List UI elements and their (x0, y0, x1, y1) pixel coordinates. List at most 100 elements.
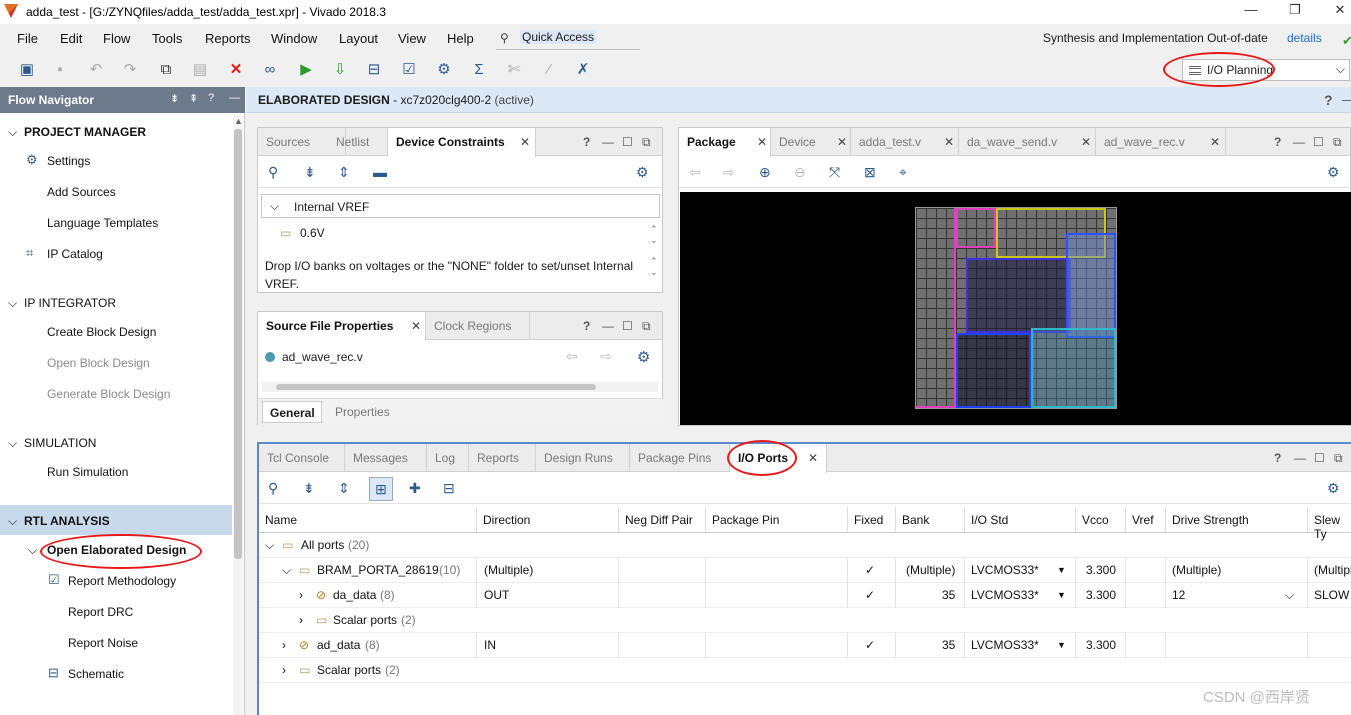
nav-language-templates[interactable]: Language Templates (47, 216, 158, 230)
float-panel-icon[interactable]: ⧉ (1333, 135, 1342, 150)
close-tab-icon[interactable]: ✕ (411, 319, 421, 333)
collapse-all-icon[interactable]: ⇟ (304, 164, 316, 181)
tab-da-wave-send-v[interactable]: da_wave_send.v (959, 128, 1096, 156)
nav-run-simulation[interactable]: Run Simulation (47, 465, 128, 479)
collapse-all-icon[interactable]: ⇟ (170, 92, 179, 105)
float-panel-icon[interactable]: ⧉ (642, 319, 651, 334)
menu-flow[interactable]: Flow (103, 31, 130, 46)
dropdown-icon[interactable]: ▼ (1057, 590, 1066, 600)
help-icon[interactable]: ? (1274, 451, 1281, 465)
nav-report-drc[interactable]: Report DRC (68, 605, 133, 619)
column-slew-type[interactable]: Slew Ty (1308, 507, 1351, 541)
minimize-panel-icon[interactable]: — (1342, 92, 1351, 107)
close-tab-icon[interactable]: ✕ (808, 451, 818, 465)
chevron-down-icon[interactable]: ⌵ (1285, 588, 1294, 603)
scroll-arrows[interactable]: ⌃ ⌄ (650, 224, 658, 246)
gear-icon[interactable]: ⚙ (637, 348, 650, 366)
maximize-panel-icon[interactable]: ☐ (1313, 135, 1324, 149)
maximize-button[interactable]: ❐ (1280, 2, 1310, 20)
minimize-panel-icon[interactable]: — (1293, 135, 1305, 149)
dropdown-icon[interactable]: ▼ (1057, 640, 1066, 650)
expand-all-icon[interactable]: ⇞ (189, 92, 198, 105)
column-bank[interactable]: Bank (896, 507, 965, 533)
menu-reports[interactable]: Reports (205, 31, 251, 46)
close-tab-icon[interactable]: ✕ (520, 135, 530, 149)
column-direction[interactable]: Direction (477, 507, 619, 533)
tab-adda-test-v[interactable]: adda_test.v (851, 128, 959, 156)
expand-all-icon[interactable]: ⇕ (338, 480, 350, 497)
expand-all-icon[interactable]: ⇕ (338, 164, 350, 181)
table-row[interactable]: › ▭ Scalar ports (2) (259, 608, 1351, 633)
search-icon[interactable]: ⚲ (268, 480, 278, 497)
tab-source-file-properties[interactable]: Source File Properties (258, 312, 426, 341)
undo-icon[interactable]: ↶ (85, 59, 107, 81)
row-drive[interactable]: 12 (1172, 588, 1185, 602)
settings-gear-icon[interactable]: ⚙ (433, 59, 455, 81)
nav-generate-block-design[interactable]: Generate Block Design (47, 387, 170, 401)
back-icon[interactable]: ⇦ (689, 164, 701, 181)
help-icon[interactable]: ? (1324, 92, 1333, 108)
tab-netlist[interactable]: Netlist (328, 128, 388, 156)
nav-schematic[interactable]: Schematic (68, 667, 124, 681)
zoom-fit-icon[interactable]: ⤧ (829, 164, 840, 181)
tab-properties[interactable]: Properties (335, 405, 390, 419)
nav-report-noise[interactable]: Report Noise (68, 636, 138, 650)
redo-icon[interactable]: ↷ (119, 59, 141, 81)
float-panel-icon[interactable]: ⧉ (1334, 451, 1343, 466)
quick-access-search[interactable]: ⚲ Quick Access (496, 28, 640, 50)
zoom-in-icon[interactable]: ⊕ (759, 164, 771, 181)
section-ip-integrator[interactable]: ⌵ IP INTEGRATOR (8, 296, 116, 311)
vref-item[interactable]: 0.6V (300, 226, 325, 240)
close-tab-icon[interactable]: ✕ (837, 135, 847, 149)
group-by-interface-icon[interactable]: ⊞ (369, 477, 393, 501)
help-icon[interactable]: ? (208, 92, 214, 104)
run-icon[interactable]: ▶ (295, 59, 317, 81)
nav-settings[interactable]: Settings (47, 154, 90, 168)
close-tab-icon[interactable]: ✕ (1081, 135, 1091, 149)
scroll-arrows[interactable]: ⌃ ⌄ (650, 256, 658, 278)
open-project-icon[interactable]: ▣ (16, 59, 38, 81)
nav-open-block-design[interactable]: Open Block Design (47, 356, 150, 370)
minimize-panel-icon[interactable]: — (229, 92, 240, 104)
dropdown-icon[interactable]: ▼ (1057, 565, 1066, 575)
tab-messages[interactable]: Messages (345, 444, 427, 472)
row-fixed[interactable]: ✓ (865, 588, 875, 602)
minimize-panel-icon[interactable]: — (602, 319, 614, 333)
column-vcco[interactable]: Vcco (1076, 507, 1126, 533)
menu-layout[interactable]: Layout (339, 31, 378, 46)
chevron-down-icon[interactable]: ⌵ (28, 543, 37, 558)
close-tab-icon[interactable]: ✕ (944, 135, 954, 149)
column-neg-diff-pair[interactable]: Neg Diff Pair (619, 507, 706, 533)
maximize-panel-icon[interactable]: ☐ (622, 319, 633, 333)
probe-icon[interactable]: ⁄ (538, 59, 560, 81)
paste-icon[interactable]: ▤ (189, 59, 211, 81)
float-panel-icon[interactable]: ⧉ (642, 135, 651, 150)
tab-general[interactable]: General (262, 401, 322, 423)
autoconnect-icon[interactable]: ✗ (572, 59, 594, 81)
tab-reports[interactable]: Reports (469, 444, 536, 472)
nav-add-sources[interactable]: Add Sources (47, 185, 116, 199)
minimize-button[interactable]: — (1236, 2, 1266, 20)
internal-vref-group[interactable]: ⌵ Internal VREF (261, 194, 660, 218)
locate-icon[interactable]: ⌖ (899, 164, 907, 181)
row-fixed[interactable]: ✓ (865, 563, 875, 577)
details-link[interactable]: details (1287, 31, 1322, 45)
tab-tcl-console[interactable]: Tcl Console (259, 444, 345, 472)
copy-icon[interactable]: ⧉ (155, 59, 177, 81)
column-package-pin[interactable]: Package Pin (706, 507, 848, 533)
delete-icon[interactable]: ✕ (225, 59, 247, 81)
column-fixed[interactable]: Fixed (848, 507, 896, 533)
nav-ip-catalog[interactable]: IP Catalog (47, 247, 103, 261)
remove-icon[interactable]: ▬ (373, 164, 387, 180)
nav-create-block-design[interactable]: Create Block Design (47, 325, 156, 339)
gear-icon[interactable]: ⚙ (636, 164, 649, 181)
add-icon[interactable]: ✚ (409, 480, 421, 497)
section-rtl-analysis[interactable]: ⌵ RTL ANALYSIS (8, 514, 110, 529)
save-icon[interactable]: ▪ (49, 59, 71, 81)
table-row[interactable]: › ⊘ da_data (8) OUT ✓ 35 LVCMOS33* ▼ 3.3… (259, 583, 1351, 608)
maximize-panel-icon[interactable]: ☐ (622, 135, 633, 149)
scroll-up-icon[interactable]: ▲ (234, 116, 243, 126)
collapse-all-icon[interactable]: ⇟ (303, 480, 315, 497)
back-icon[interactable]: ⇦ (566, 348, 578, 365)
close-window-button[interactable]: ✕ (1325, 2, 1351, 20)
